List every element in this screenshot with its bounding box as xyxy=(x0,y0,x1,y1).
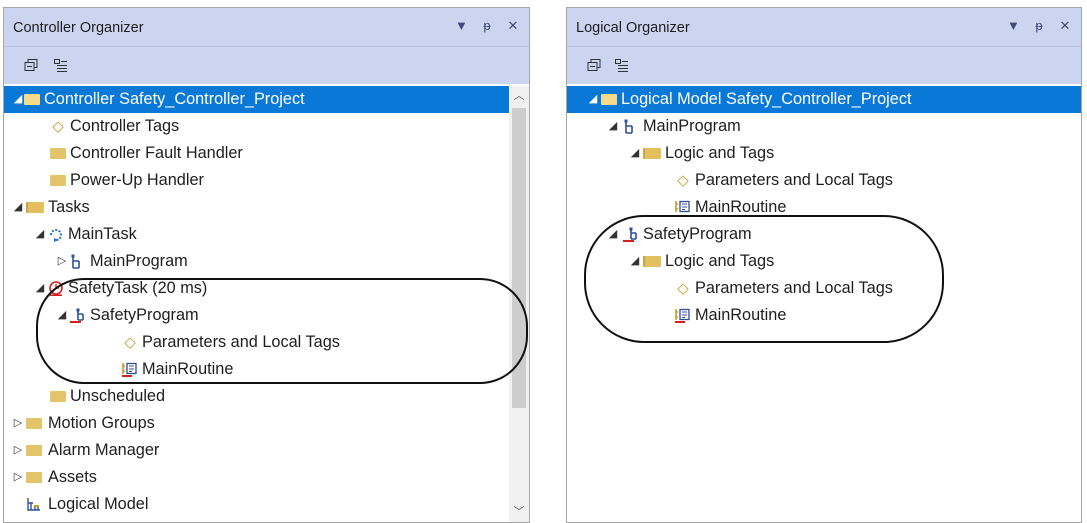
expand-caret-icon[interactable]: ▷ xyxy=(12,464,24,491)
highlight-ellipse-safety-program xyxy=(584,215,944,343)
tree-item-motion-groups[interactable]: ▷ Motion Groups xyxy=(4,410,529,437)
highlight-ellipse-safety-task xyxy=(36,278,528,384)
tree-item-label: Unscheduled xyxy=(70,387,166,405)
logical-organizer-titlebar: Logical Organizer ▼ ᵽ ✕ xyxy=(567,8,1081,46)
tree-item-alarm-manager[interactable]: ▷ Alarm Manager xyxy=(4,437,529,464)
show-options-icon[interactable] xyxy=(54,59,68,72)
open-folder-icon xyxy=(643,148,661,159)
open-folder-icon xyxy=(26,202,44,213)
expand-caret-icon[interactable]: ▷ xyxy=(12,410,24,437)
program-icon xyxy=(71,254,80,269)
tree-item-logical-model[interactable]: Logical Model xyxy=(4,491,529,518)
scroll-up-icon[interactable]: ︿ xyxy=(509,86,529,106)
show-options-icon[interactable] xyxy=(615,59,629,72)
panel-title: Controller Organizer xyxy=(13,20,144,36)
tree-item-label: MainTask xyxy=(68,225,137,243)
expand-caret-icon[interactable]: ▷ xyxy=(12,437,24,464)
expand-caret-icon[interactable]: ◢ xyxy=(629,140,641,167)
tree-item-label: Power-Up Handler xyxy=(70,171,204,189)
controller-organizer-toolbar xyxy=(4,46,529,84)
controller-folder-icon xyxy=(24,94,40,105)
program-icon xyxy=(624,119,633,134)
tree-item-label: Parameters and Local Tags xyxy=(695,171,893,189)
tree-item-label: Logic and Tags xyxy=(665,144,775,162)
controller-folder-icon xyxy=(601,94,617,105)
tree-item-assets[interactable]: ▷ Assets xyxy=(4,464,529,491)
scroll-down-icon[interactable]: ﹀ xyxy=(509,502,529,522)
pin-icon[interactable]: ᵽ xyxy=(481,19,493,33)
folder-icon xyxy=(50,175,66,186)
tree-item-label: Motion Groups xyxy=(48,414,155,432)
tree-item-label: Tasks xyxy=(48,198,90,216)
tag-icon: ◇ xyxy=(52,118,64,135)
panel-title: Logical Organizer xyxy=(576,20,690,36)
expand-caret-icon[interactable]: ▷ xyxy=(56,248,68,275)
folder-icon xyxy=(50,391,66,402)
tree-item-main-program[interactable]: ▷ MainProgram xyxy=(4,248,529,275)
tree-item-controller-tags[interactable]: ◇ Controller Tags xyxy=(4,113,529,140)
folder-icon xyxy=(50,148,66,159)
folder-icon xyxy=(26,445,42,456)
logical-organizer-toolbar xyxy=(567,46,1081,84)
expand-caret-icon[interactable]: ◢ xyxy=(12,86,24,113)
dropdown-arrow-icon[interactable]: ▼ xyxy=(455,19,468,33)
tree-item-label: Assets xyxy=(48,468,97,486)
tree-item-label: Logical Model xyxy=(48,495,149,513)
pin-icon[interactable]: ᵽ xyxy=(1033,19,1045,33)
tree-item-tasks[interactable]: ◢ Tasks xyxy=(4,194,529,221)
tree-item-logical-model-root[interactable]: ◢ Logical Model Safety_Controller_Projec… xyxy=(567,86,1081,113)
tree-item-unscheduled[interactable]: Unscheduled xyxy=(4,383,529,410)
tree-item-controller[interactable]: ◢ Controller Safety_Controller_Project xyxy=(4,86,509,113)
folder-icon xyxy=(26,472,42,483)
folder-icon xyxy=(26,418,42,429)
continuous-task-icon xyxy=(50,229,62,242)
expand-caret-icon[interactable]: ◢ xyxy=(587,86,599,113)
expand-caret-icon[interactable]: ◢ xyxy=(607,113,619,140)
tree-item-label: MainProgram xyxy=(643,117,741,135)
controller-organizer-titlebar: Controller Organizer ▼ ᵽ ✕ xyxy=(4,8,529,46)
tree-item-logic-and-tags[interactable]: ◢ Logic and Tags xyxy=(567,140,1081,167)
dropdown-arrow-icon[interactable]: ▼ xyxy=(1007,19,1020,33)
tree-item-label: Alarm Manager xyxy=(48,441,160,459)
tree-item-label: MainProgram xyxy=(90,252,188,270)
routine-icon xyxy=(675,200,690,213)
logical-model-icon xyxy=(27,498,40,511)
close-icon[interactable]: ✕ xyxy=(507,19,519,33)
close-icon[interactable]: ✕ xyxy=(1059,19,1071,33)
tree-item-label: Controller Tags xyxy=(70,117,180,135)
tree-item-main-task[interactable]: ◢ MainTask xyxy=(4,221,529,248)
expand-caret-icon[interactable]: ◢ xyxy=(12,194,24,221)
tree-item-main-program[interactable]: ◢ MainProgram xyxy=(567,113,1081,140)
tree-item-label: Controller Fault Handler xyxy=(70,144,243,162)
tree-item-controller-fault-handler[interactable]: Controller Fault Handler xyxy=(4,140,529,167)
tree-item-parameters[interactable]: ◇ Parameters and Local Tags xyxy=(567,167,1081,194)
expand-caret-icon[interactable]: ◢ xyxy=(34,221,46,248)
tree-item-label: Logical Model Safety_Controller_Project xyxy=(621,90,912,108)
tag-icon: ◇ xyxy=(677,172,689,189)
tree-item-power-up-handler[interactable]: Power-Up Handler xyxy=(4,167,529,194)
tree-item-label: Controller Safety_Controller_Project xyxy=(44,90,305,108)
collapse-all-icon[interactable] xyxy=(587,59,601,72)
collapse-all-icon[interactable] xyxy=(24,59,38,72)
controller-organizer-panel: Controller Organizer ▼ ᵽ ✕ ◢ Controller … xyxy=(3,7,530,523)
